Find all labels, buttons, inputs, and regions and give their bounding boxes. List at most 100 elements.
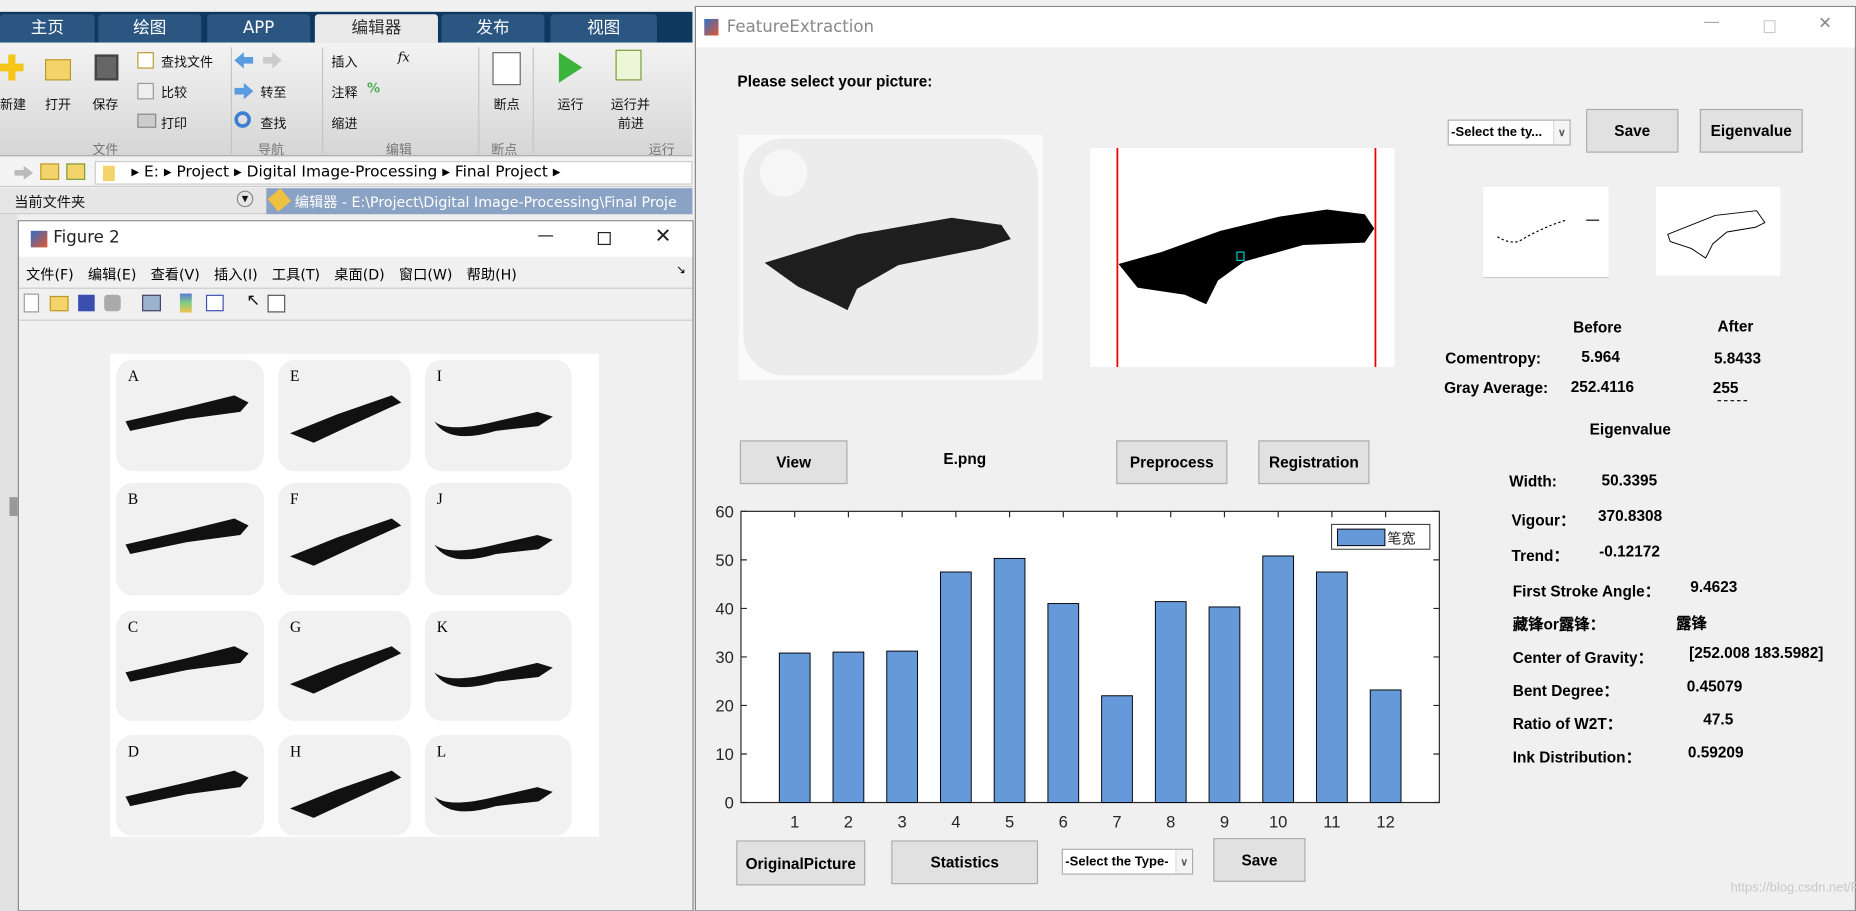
print-button[interactable]: 打印 [161, 114, 187, 133]
menu-edit[interactable]: 编辑(E) [88, 266, 136, 283]
forward-icon[interactable] [14, 165, 34, 180]
group-label-run: 运行 [648, 142, 675, 158]
menu-insert[interactable]: 插入(I) [214, 266, 258, 283]
save-disk-icon[interactable] [94, 54, 119, 81]
save-bottom-button[interactable]: Save [1213, 838, 1306, 882]
forward-arrow-icon[interactable] [262, 52, 282, 69]
fx-icon[interactable]: fx [398, 50, 410, 65]
bar [1262, 555, 1295, 804]
find-button[interactable]: 查找 [260, 114, 286, 133]
open-button[interactable]: 打开 [45, 95, 71, 114]
editor-title: 编辑器 - E:\Project\Digital Image-Processin… [294, 194, 677, 211]
open-file-icon[interactable] [49, 295, 69, 312]
save-top-button[interactable]: Save [1586, 108, 1679, 153]
stroke-sample-panel: E [278, 359, 411, 472]
eigenvalue-button[interactable]: Eigenvalue [1699, 108, 1803, 153]
y-tick-label: 20 [715, 696, 733, 715]
feature-value: 370.8308 [1597, 506, 1663, 525]
feature-title: FeatureExtraction [726, 17, 874, 37]
panel-letter: L [436, 742, 447, 760]
bar [1316, 571, 1348, 804]
print-figure-icon[interactable] [104, 294, 121, 312]
indent-button[interactable]: 缩进 [331, 114, 357, 133]
type-select-top[interactable]: -Select the ty... ∨ [1447, 119, 1571, 146]
open-folder-icon[interactable] [44, 59, 72, 81]
menu-file[interactable]: 文件(F) [26, 266, 74, 283]
y-tick-label: 50 [715, 551, 733, 570]
comment-button[interactable]: 注释 [331, 83, 357, 102]
feature-value: [252.008 183.5982] [1689, 643, 1824, 662]
type-select-bottom[interactable]: -Select the Type- ∨ [1061, 848, 1194, 875]
panel-menu-icon[interactable]: ▾ [236, 190, 254, 208]
run-play-icon[interactable] [558, 52, 583, 83]
property-inspector-icon[interactable] [267, 294, 286, 313]
feature-label: Ratio of W2T： [1512, 714, 1623, 733]
minimize-icon[interactable]: — [537, 226, 554, 245]
save-button[interactable]: 保存 [92, 95, 118, 114]
path-segment[interactable]: Digital Image-Processing [247, 163, 438, 181]
tab-home[interactable]: 主页 [0, 14, 95, 43]
tab-view[interactable]: 视图 [550, 14, 657, 43]
save-figure-icon[interactable] [78, 294, 95, 312]
print-icon [137, 113, 157, 128]
panel-letter: E [289, 366, 300, 385]
new-icon[interactable] [0, 54, 24, 81]
tab-apps[interactable]: APP [207, 14, 311, 43]
path-breadcrumb[interactable]: ▸ E: ▸ Project ▸ Digital Image-Processin… [94, 160, 693, 185]
preprocess-button[interactable]: Preprocess [1116, 440, 1228, 485]
link-figure-icon[interactable] [142, 294, 161, 312]
percent-icon[interactable]: % [367, 80, 380, 95]
browse-folder-icon[interactable] [66, 163, 86, 180]
feature-label: Center of Gravity： [1512, 648, 1653, 667]
find-files-button[interactable]: 查找文件 [161, 52, 213, 71]
pointer-icon[interactable]: ↖ [246, 291, 260, 310]
chevron-down-icon: ∨ [1175, 849, 1192, 874]
menu-window[interactable]: 窗口(W) [399, 266, 453, 283]
editor-tab-header: 编辑器 - E:\Project\Digital Image-Processin… [266, 188, 693, 215]
original-picture-button[interactable]: OriginalPicture [736, 840, 866, 886]
close-icon[interactable]: ✕ [1818, 14, 1832, 33]
insert-button[interactable]: 插入 [331, 52, 357, 71]
breakpoints-button[interactable]: 断点 [494, 95, 520, 114]
back-arrow-icon[interactable] [234, 52, 254, 69]
path-segment[interactable]: E: [144, 163, 159, 181]
path-segment[interactable]: Project [176, 163, 229, 181]
menu-view[interactable]: 查看(V) [151, 266, 200, 283]
maximize-icon[interactable] [597, 231, 611, 246]
statistics-button[interactable]: Statistics [891, 840, 1039, 885]
up-folder-icon[interactable] [40, 163, 60, 180]
close-icon[interactable]: ✕ [655, 225, 672, 249]
minimize-icon[interactable]: — [1703, 13, 1720, 32]
filename-label: E.png [943, 449, 987, 468]
legend-icon[interactable] [205, 294, 224, 312]
x-tick-label: 2 [844, 812, 853, 831]
panel-letter: J [436, 490, 443, 508]
registration-button[interactable]: Registration [1258, 440, 1370, 485]
new-button[interactable]: 新建 [0, 95, 26, 114]
colorbar-icon[interactable] [179, 293, 192, 313]
menu-tools[interactable]: 工具(T) [272, 266, 320, 283]
maximize-icon[interactable] [1763, 20, 1776, 34]
figure2-window: Figure 2 — ✕ 文件(F) 编辑(E) 查看(V) 插入(I) 工具(T) 桌面… [17, 220, 694, 911]
feature-value: 0.59209 [1687, 743, 1744, 762]
tab-publish[interactable]: 发布 [441, 14, 545, 43]
path-segment[interactable]: Final Project [455, 163, 548, 181]
figure2-image-grid: A E I B F J C G K D H L [110, 353, 599, 837]
panel-letter: D [127, 742, 139, 760]
run-advance-button[interactable]: 运行并 [611, 95, 650, 114]
dock-arrow-icon[interactable]: ↘ [676, 264, 686, 277]
menu-desktop[interactable]: 桌面(D) [334, 266, 384, 283]
matlab-logo-icon [30, 230, 48, 248]
tab-editor[interactable]: 编辑器 [314, 14, 438, 43]
stroke-sample-panel: L [424, 735, 572, 836]
tab-plots[interactable]: 绘图 [98, 14, 202, 43]
view-button[interactable]: View [739, 440, 848, 485]
scrollbar-thumb[interactable] [9, 497, 18, 517]
go-to-button[interactable]: 转至 [260, 83, 286, 102]
new-figure-icon[interactable] [23, 293, 40, 313]
run-button[interactable]: 运行 [558, 95, 584, 114]
stroke-sample-panel: A [115, 359, 264, 472]
menu-help[interactable]: 帮助(H) [467, 266, 517, 283]
stroke-sample-panel: I [424, 359, 572, 472]
compare-button[interactable]: 比较 [161, 83, 187, 102]
